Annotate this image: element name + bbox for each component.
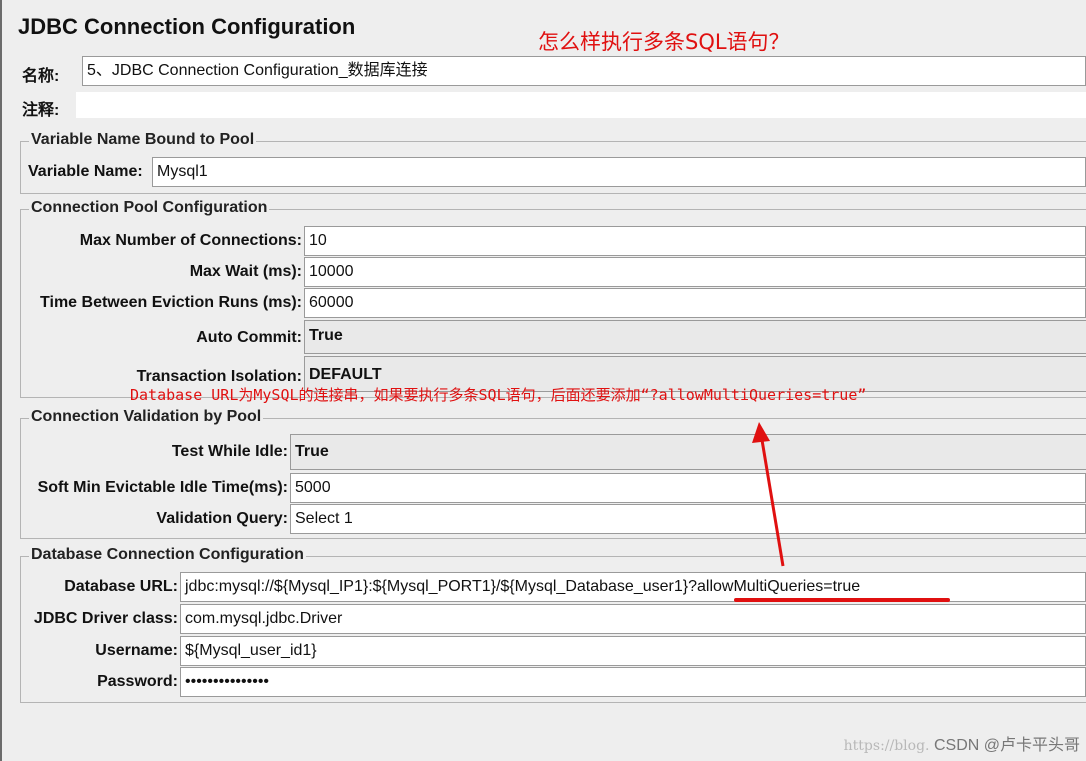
annotation-arrow-icon [752, 422, 785, 567]
watermark-url: https://blog. [843, 738, 930, 754]
watermark: https://blog. CSDN @卢卡平头哥 [844, 731, 1080, 755]
watermark-text: CSDN @卢卡平头哥 [933, 737, 1080, 754]
